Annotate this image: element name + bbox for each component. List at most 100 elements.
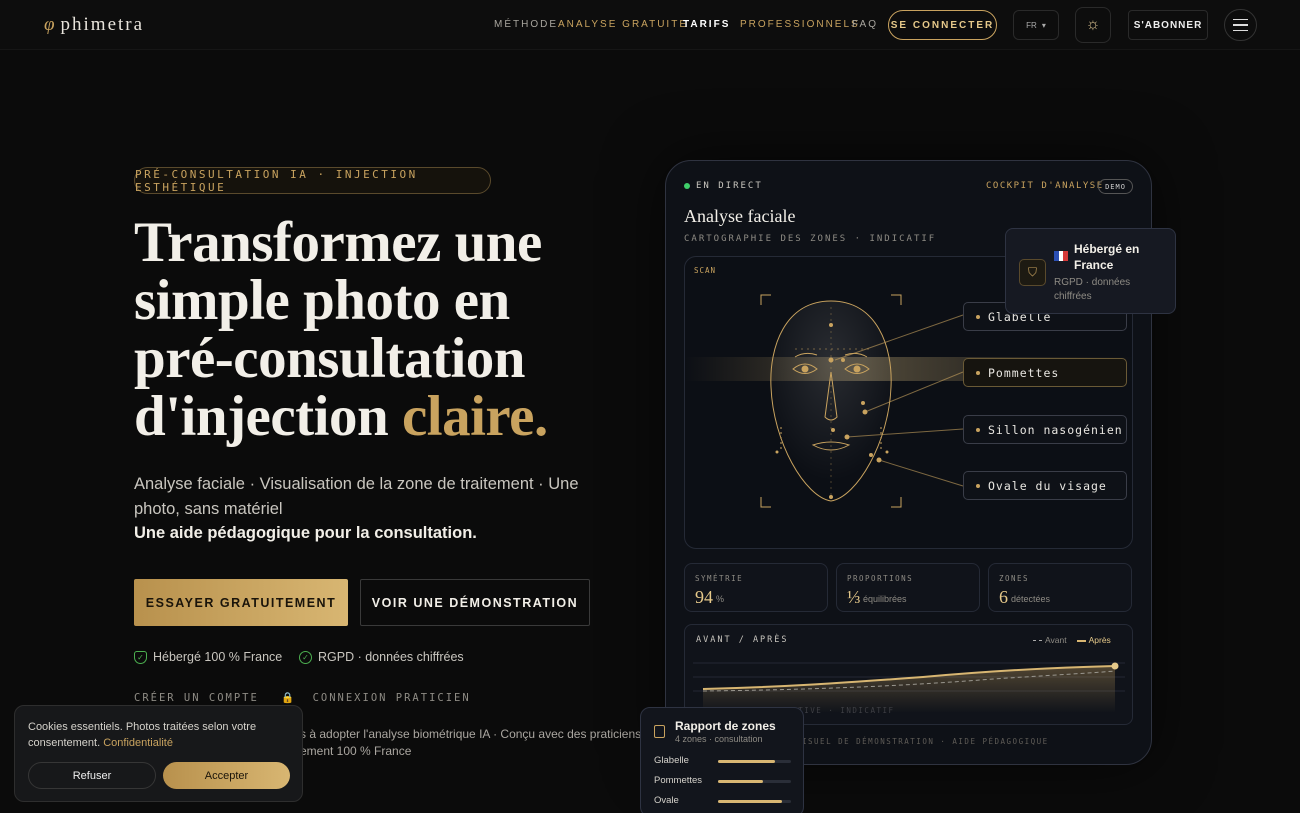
- social-proof-line: ement 100 % France: [300, 744, 412, 758]
- cockpit-footnote: VISUEL DE DÉMONSTRATION · AIDE PÉDAGOGIQ…: [796, 737, 1049, 746]
- cookie-accept-button[interactable]: Accepter: [163, 762, 290, 789]
- zone-label: Ovale du visage: [988, 478, 1107, 493]
- legend-after: Après: [1076, 635, 1111, 645]
- report-subtitle: 4 zones · consultation: [675, 734, 763, 744]
- stat-zones: ZONES 6 détectées: [988, 563, 1132, 612]
- zone-label: Sillon nasogénien: [988, 422, 1123, 437]
- report-bar-fill: [718, 800, 783, 803]
- lock-icon: 🔒: [281, 692, 297, 704]
- hamburger-icon: [1233, 18, 1248, 21]
- zone-pommettes[interactable]: Pommettes: [963, 358, 1127, 387]
- report-title: Rapport de zones: [675, 719, 776, 733]
- stat-label: SYMÉTRIE: [695, 574, 744, 583]
- privacy-link[interactable]: Confidentialité: [103, 737, 173, 749]
- hero-title: Transformez une simple photo en pré-cons…: [134, 214, 614, 446]
- social-proof-line: s à adopter l'analyse biométrique IA · C…: [300, 727, 642, 741]
- nav-item-faq[interactable]: FAQ: [852, 19, 878, 30]
- zone-report-card[interactable]: Rapport de zones 4 zones · consultation …: [640, 707, 804, 813]
- report-bar: [718, 760, 791, 763]
- legend-after-label: Après: [1088, 635, 1111, 645]
- hero-title-line: simple photo en: [134, 269, 510, 332]
- zone-bullet-icon: [976, 370, 980, 375]
- login-button[interactable]: SE CONNECTER: [888, 10, 997, 40]
- demo-button[interactable]: VOIR UNE DÉMONSTRATION: [360, 579, 590, 626]
- stat-unit: détectées: [1011, 594, 1051, 604]
- logo[interactable]: φ phimetra: [44, 14, 144, 36]
- menu-button[interactable]: [1224, 9, 1257, 41]
- try-free-button[interactable]: ESSAYER GRATUITEMENT: [134, 579, 348, 626]
- sun-icon: ☼: [1085, 16, 1101, 33]
- zone-bullet-icon: [976, 427, 980, 432]
- trust-gdpr: ✓ RGPD · données chiffrées: [299, 650, 464, 664]
- trust-hosting: ✓ Hébergé 100 % France: [134, 650, 282, 664]
- shield-check-icon: ✓: [134, 650, 147, 664]
- chevron-down-icon: ▾: [1041, 20, 1046, 30]
- zone-bullet-icon: [976, 483, 980, 488]
- shield-icon: ⛉: [1019, 259, 1046, 286]
- hosted-title: Hébergé en France: [1074, 242, 1140, 272]
- cookie-refuse-button[interactable]: Refuser: [28, 762, 156, 789]
- hero-title-accent: claire.: [401, 385, 548, 448]
- france-flag-icon: [1054, 251, 1069, 261]
- check-circle-icon: ✓: [299, 650, 312, 664]
- stat-proportions: PROPORTIONS ⅓ équilibrées: [836, 563, 980, 612]
- live-indicator: EN DIRECT: [684, 181, 763, 191]
- legend-before-label: Avant: [1045, 635, 1067, 645]
- chart-svg: [693, 662, 1125, 713]
- create-account-link[interactable]: CRÉER UN COMPTE: [134, 692, 259, 704]
- cockpit-title: Analyse faciale: [684, 206, 796, 226]
- practitioner-login-link[interactable]: CONNEXION PRATICIEN: [313, 692, 471, 704]
- logo-text: phimetra: [60, 14, 145, 35]
- document-icon: [654, 725, 665, 738]
- theme-toggle-button[interactable]: ☼: [1075, 7, 1111, 43]
- hero-title-line: Transformez une: [134, 211, 542, 274]
- hero-lead: Analyse faciale · Visualisation de la zo…: [134, 475, 579, 518]
- cockpit-subtitle: CARTOGRAPHIE DES ZONES · INDICATIF: [684, 234, 937, 244]
- trust-gdpr-label: RGPD · données chiffrées: [318, 650, 464, 664]
- nav-item-tarifs[interactable]: TARIFS: [683, 19, 730, 30]
- hero-title-line: d'injection: [134, 385, 389, 448]
- logo-symbol: φ: [44, 14, 57, 35]
- cookie-text: Cookies essentiels. Photos traitées selo…: [28, 719, 288, 751]
- stat-label: PROPORTIONS: [847, 574, 914, 583]
- stat-unit: %: [716, 594, 725, 604]
- hosted-subtitle: RGPD · données chiffrées: [1054, 277, 1131, 302]
- legend-before: Avant: [1033, 635, 1067, 645]
- chart-legend: Avant Après: [1033, 635, 1111, 645]
- hero-title-line: pré-consultation: [134, 327, 526, 390]
- nav-item-professionnels[interactable]: PROFESSIONNELS: [740, 19, 860, 30]
- language-select[interactable]: FR ▾: [1013, 10, 1059, 40]
- stat-value: 6: [999, 587, 1008, 607]
- zone-bullet-icon: [976, 314, 980, 319]
- hero-tag: PRÉ-CONSULTATION IA · INJECTION ESTHÉTIQ…: [134, 167, 491, 194]
- report-bar-fill: [718, 760, 775, 763]
- language-value: FR: [1026, 20, 1037, 30]
- nav-item-analyse-gratuite[interactable]: ANALYSE GRATUITE: [558, 19, 688, 30]
- social-proof: s à adopter l'analyse biométrique IA · C…: [300, 726, 660, 760]
- report-bar: [718, 800, 791, 803]
- subscribe-button[interactable]: S'ABONNER: [1128, 10, 1208, 40]
- stat-value: 94: [695, 587, 713, 607]
- report-bar: [718, 780, 791, 783]
- legend-line-icon: [1076, 639, 1086, 642]
- stat-unit: équilibrées: [863, 594, 907, 604]
- nav-item-methode[interactable]: MÉTHODE: [494, 19, 558, 30]
- legend-dash-icon: [1033, 640, 1042, 642]
- report-bar-fill: [718, 780, 764, 783]
- live-label: EN DIRECT: [696, 181, 763, 191]
- cockpit-label: COCKPIT D'ANALYSE: [986, 181, 1104, 191]
- hero-lead-bold: Une aide pédagogique pour la consultatio…: [134, 524, 477, 542]
- stat-symmetry: SYMÉTRIE 94 %: [684, 563, 828, 612]
- zone-label: Pommettes: [988, 365, 1060, 380]
- after-end-point: [1111, 662, 1119, 670]
- hamburger-icon-line: [1233, 29, 1248, 32]
- hamburger-icon-line: [1233, 24, 1248, 26]
- cookie-banner: Cookies essentiels. Photos traitées selo…: [14, 705, 303, 802]
- zone-ovale-du-visage[interactable]: Ovale du visage: [963, 471, 1127, 500]
- chart-title: AVANT / APRÈS: [696, 635, 789, 645]
- live-dot-icon: [684, 183, 690, 189]
- trust-hosting-label: Hébergé 100 % France: [153, 650, 283, 664]
- hosted-in-france-card: ⛉ Hébergé en France RGPD · données chiff…: [1005, 228, 1176, 314]
- stat-label: ZONES: [999, 574, 1030, 583]
- zone-sillon-nasogenien[interactable]: Sillon nasogénien: [963, 415, 1127, 444]
